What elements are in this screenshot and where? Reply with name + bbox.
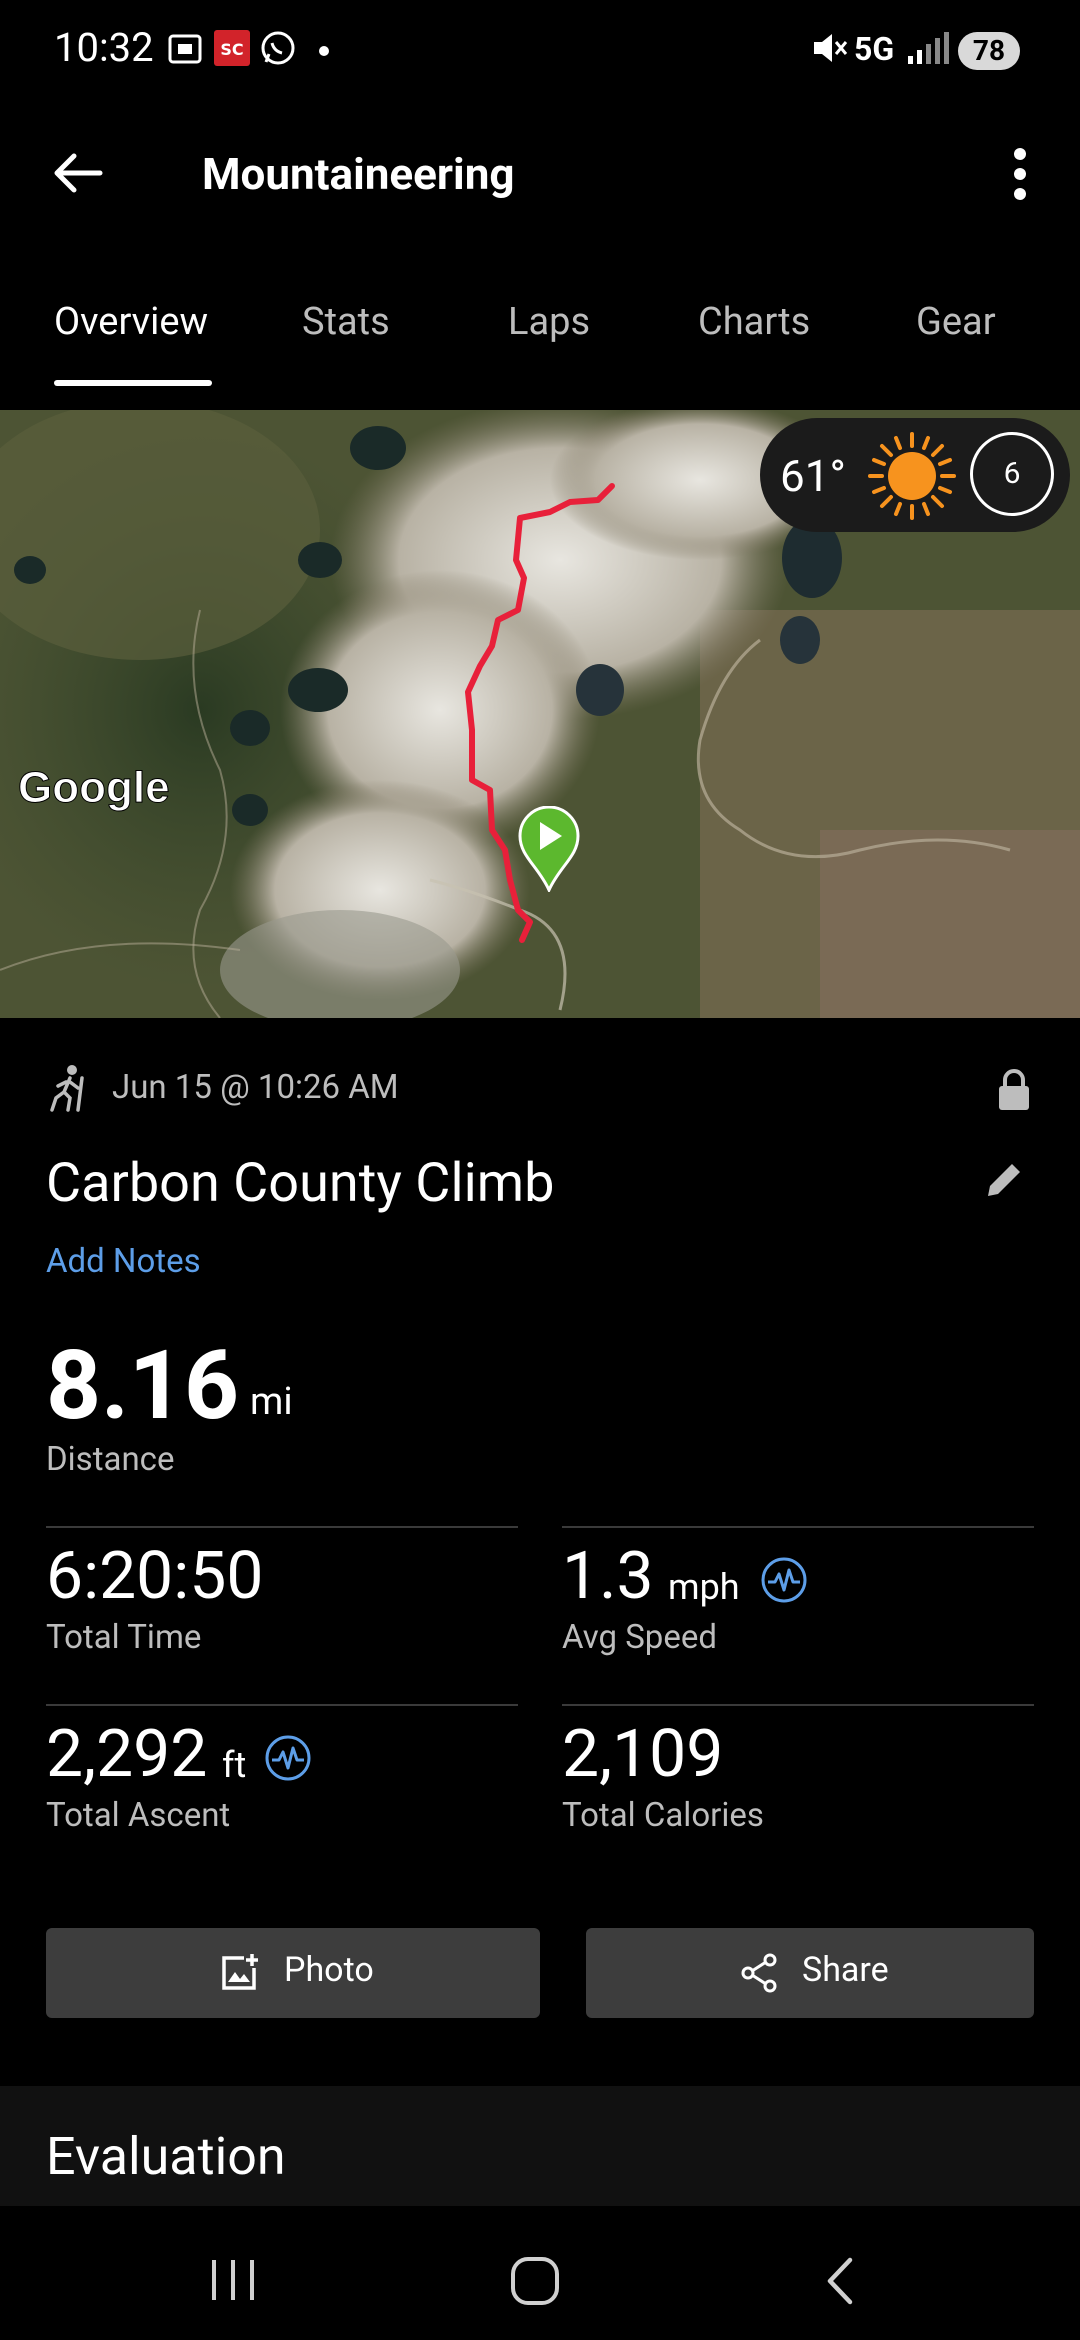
- avg-speed-label: Avg Speed: [562, 1618, 717, 1657]
- app-bar: Mountaineering: [0, 100, 1080, 250]
- lock-icon[interactable]: [996, 1068, 1032, 1112]
- total-time-label: Total Time: [46, 1618, 202, 1657]
- sun-icon: [868, 432, 956, 520]
- activity-date: Jun 15 @ 10:26 AM: [112, 1068, 399, 1107]
- whatsapp-icon: [258, 28, 298, 72]
- performance-icon[interactable]: [264, 1734, 312, 1782]
- network-type: 5G: [854, 30, 895, 68]
- divider: [46, 1526, 518, 1528]
- performance-icon[interactable]: [760, 1556, 808, 1604]
- tab-gear[interactable]: Gear: [916, 300, 996, 344]
- start-marker-icon[interactable]: [518, 806, 580, 892]
- dot-icon: [318, 42, 330, 61]
- page-title: Mountaineering: [202, 148, 515, 200]
- divider: [562, 1526, 1034, 1528]
- tab-charts[interactable]: Charts: [698, 300, 810, 344]
- total-ascent-unit: ft: [222, 1744, 247, 1786]
- recent-apps-button[interactable]: [206, 2258, 260, 2302]
- more-options-button[interactable]: [1000, 144, 1040, 204]
- distance-unit: mi: [250, 1380, 293, 1424]
- status-time: 10:32: [54, 24, 154, 71]
- edit-icon[interactable]: [980, 1156, 1028, 1204]
- app-notification-icon: SC: [212, 28, 252, 72]
- photo-button-label: Photo: [284, 1950, 374, 1990]
- tab-overview[interactable]: Overview: [54, 300, 208, 344]
- signal-icon: [904, 28, 954, 72]
- hiker-icon: [50, 1065, 84, 1112]
- total-calories-value: 2,109: [562, 1716, 724, 1793]
- total-ascent-label: Total Ascent: [46, 1796, 231, 1835]
- battery-indicator: 78: [958, 32, 1020, 70]
- moon-phase-value: 6: [1003, 456, 1021, 491]
- share-icon: [741, 1953, 777, 1993]
- tab-bar: Overview Stats Laps Charts Gear: [0, 280, 1080, 390]
- share-button-label: Share: [802, 1950, 889, 1990]
- total-ascent-value: 2,292: [46, 1716, 208, 1793]
- tab-laps[interactable]: Laps: [508, 300, 590, 344]
- add-photo-icon: [222, 1954, 258, 1990]
- avg-speed-value: 1.3: [562, 1538, 654, 1615]
- evaluation-title: Evaluation: [46, 2126, 286, 2187]
- map-attribution: Google: [18, 763, 170, 812]
- weather-temperature: 61°: [780, 450, 846, 502]
- share-button[interactable]: Share: [586, 1928, 1034, 2018]
- distance-label: Distance: [46, 1440, 175, 1479]
- total-time-value: 6:20:50: [46, 1538, 264, 1615]
- photo-button[interactable]: Photo: [46, 1928, 540, 2018]
- back-nav-button[interactable]: [820, 2256, 860, 2306]
- more-vert-icon: [1014, 148, 1026, 200]
- add-notes-link[interactable]: Add Notes: [46, 1242, 201, 1281]
- divider: [562, 1704, 1034, 1706]
- moon-phase-badge: 6: [970, 432, 1054, 516]
- screenshot-icon: [166, 28, 206, 72]
- home-button[interactable]: [510, 2256, 560, 2306]
- mute-icon: [810, 28, 850, 72]
- status-bar: 10:32 SC 5G 78: [0, 0, 1080, 100]
- divider: [46, 1704, 518, 1706]
- activity-name: Carbon County Climb: [46, 1152, 555, 1215]
- tab-stats[interactable]: Stats: [302, 300, 390, 344]
- tab-active-indicator: [54, 380, 212, 386]
- total-calories-label: Total Calories: [562, 1796, 764, 1835]
- distance-value: 8.16: [46, 1330, 240, 1442]
- svg-text:SC: SC: [220, 40, 243, 59]
- back-button[interactable]: [48, 148, 108, 198]
- system-nav-bar: [0, 2206, 1080, 2340]
- avg-speed-unit: mph: [668, 1566, 740, 1608]
- arrow-left-icon: [54, 153, 103, 193]
